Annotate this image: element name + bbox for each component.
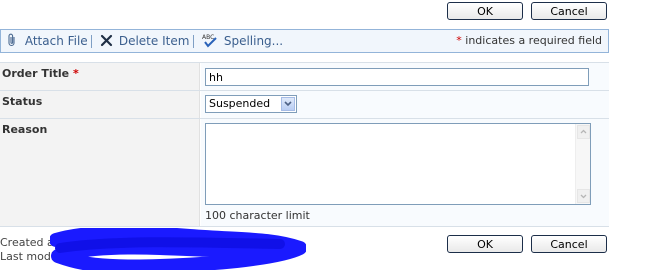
value-cell: 100 character limit: [201, 119, 609, 226]
delete-x-icon: [100, 34, 113, 47]
form-row-reason: Reason 100 character limit: [0, 118, 609, 226]
value-cell: Suspended: [201, 91, 609, 118]
toolbar-separator: [193, 35, 194, 48]
reason-label: Reason: [2, 123, 48, 136]
status-selected-value: Suspended: [209, 97, 271, 110]
paperclip-icon: [8, 33, 15, 47]
delete-item-label: Delete Item: [118, 34, 190, 48]
label-cell: Order Title *: [0, 63, 200, 90]
chevron-up-icon: [580, 129, 587, 134]
reason-textarea[interactable]: [205, 123, 591, 205]
scroll-down-button[interactable]: [577, 189, 590, 203]
spellcheck-icon: ABC: [202, 34, 217, 48]
ok-button-bottom[interactable]: OK: [447, 235, 523, 253]
status-label: Status: [2, 95, 43, 108]
label-cell: Reason: [0, 119, 200, 226]
order-title-label-text: Order Title: [2, 67, 70, 80]
scroll-up-button[interactable]: [577, 125, 590, 139]
toolbar-separator: [91, 35, 92, 48]
form-toolbar: Attach File Delete Item ABC Spelling... …: [0, 29, 609, 53]
textarea-scrollbar[interactable]: [575, 124, 590, 204]
dropdown-button[interactable]: [281, 97, 295, 111]
required-note-text: indicates a required field: [461, 34, 602, 47]
required-field-note: * indicates a required field: [456, 30, 602, 52]
chevron-down-icon: [580, 194, 587, 199]
required-star: *: [72, 67, 79, 80]
delete-item-button[interactable]: Delete Item: [100, 30, 189, 52]
ok-button-top[interactable]: OK: [447, 2, 523, 20]
label-cell: Status: [0, 91, 200, 118]
attach-file-button[interactable]: Attach File: [7, 30, 88, 52]
attach-file-label: Attach File: [24, 34, 88, 48]
form-bottom-divider: [0, 226, 609, 227]
value-cell: [201, 63, 609, 90]
svg-text:ABC: ABC: [202, 34, 214, 41]
spelling-label: Spelling...: [223, 34, 284, 48]
order-title-label: Order Title *: [2, 67, 79, 80]
status-select[interactable]: Suspended: [205, 95, 297, 113]
form-row-status: Status Suspended: [0, 90, 609, 118]
form-row-order-title: Order Title *: [0, 62, 609, 90]
character-limit-hint: 100 character limit: [205, 209, 310, 222]
cancel-button-bottom[interactable]: Cancel: [531, 235, 607, 253]
redaction-scribble: [50, 228, 306, 270]
cancel-button-top[interactable]: Cancel: [531, 2, 607, 20]
chevron-down-icon: [284, 101, 292, 107]
spelling-button[interactable]: ABC Spelling...: [202, 30, 283, 52]
order-title-input[interactable]: [205, 68, 589, 86]
